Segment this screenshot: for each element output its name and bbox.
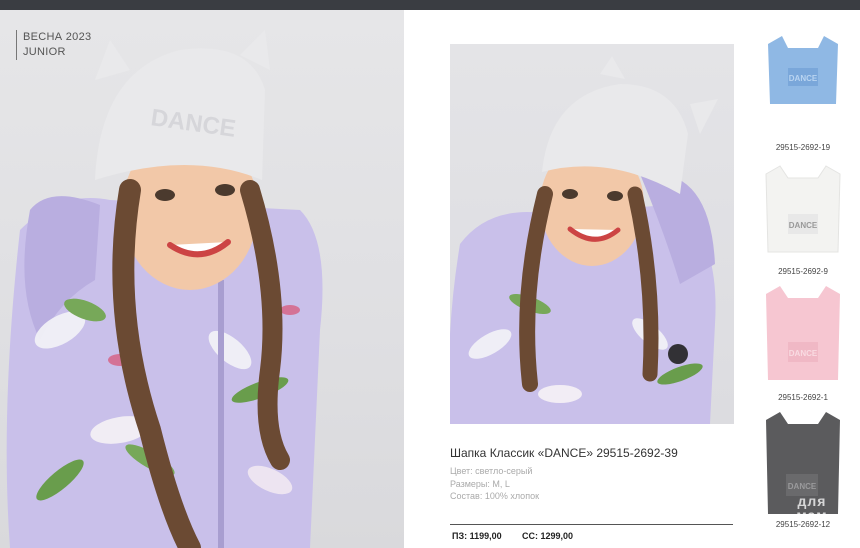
variant-print-text: DANCE: [788, 482, 817, 491]
variant-print-text: DANCE: [789, 74, 818, 83]
top-bar: [0, 0, 860, 10]
variant-print-text: DANCE: [789, 349, 818, 358]
model-photo-large: DANCE ВЕСНА 2023 JUNIOR: [0, 10, 404, 548]
price-ss: СС: 1299,00: [522, 531, 574, 541]
hat-cat-ears-pink-icon: DANCE: [766, 286, 840, 380]
variant-hat-pink[interactable]: DANCE: [764, 284, 842, 384]
hat-cat-ears-blue-icon: DANCE: [768, 36, 838, 104]
price-divider: [450, 524, 733, 525]
product-color: Цвет: светло-серый: [450, 466, 533, 476]
girl-in-hat-illustration: DANCE: [6, 30, 323, 548]
model-photo-product: [450, 44, 734, 424]
product-sizes: Размеры: M, L: [450, 479, 510, 489]
variant-print-text: DANCE: [789, 221, 818, 230]
variant-code-white: 29515-2692-9: [778, 267, 828, 276]
variant-code-blue: 29515-2692-19: [775, 143, 831, 152]
watermark-logo: для мам: [772, 494, 852, 522]
price-pz: ПЗ: 1199,00: [452, 531, 502, 541]
season-label: ВЕСНА 2023 JUNIOR: [16, 30, 91, 60]
watermark-line-1: для: [797, 493, 827, 509]
product-composition: Состав: 100% хлопок: [450, 491, 540, 501]
watermark-line-2: мам: [796, 507, 828, 523]
season-line-2: JUNIOR: [23, 46, 66, 58]
product-title: Шапка Классик «DANCE» 29515-2692-39: [450, 446, 678, 460]
variant-hat-white[interactable]: DANCE: [764, 164, 842, 264]
variant-code-pink: 29515-2692-1: [778, 393, 828, 402]
girl-in-hat-illustration-small: [450, 56, 718, 424]
variant-hat-blue[interactable]: DANCE: [764, 34, 842, 134]
season-line-1: ВЕСНА 2023: [23, 31, 92, 43]
hat-cat-ears-white-icon: DANCE: [765, 165, 841, 253]
